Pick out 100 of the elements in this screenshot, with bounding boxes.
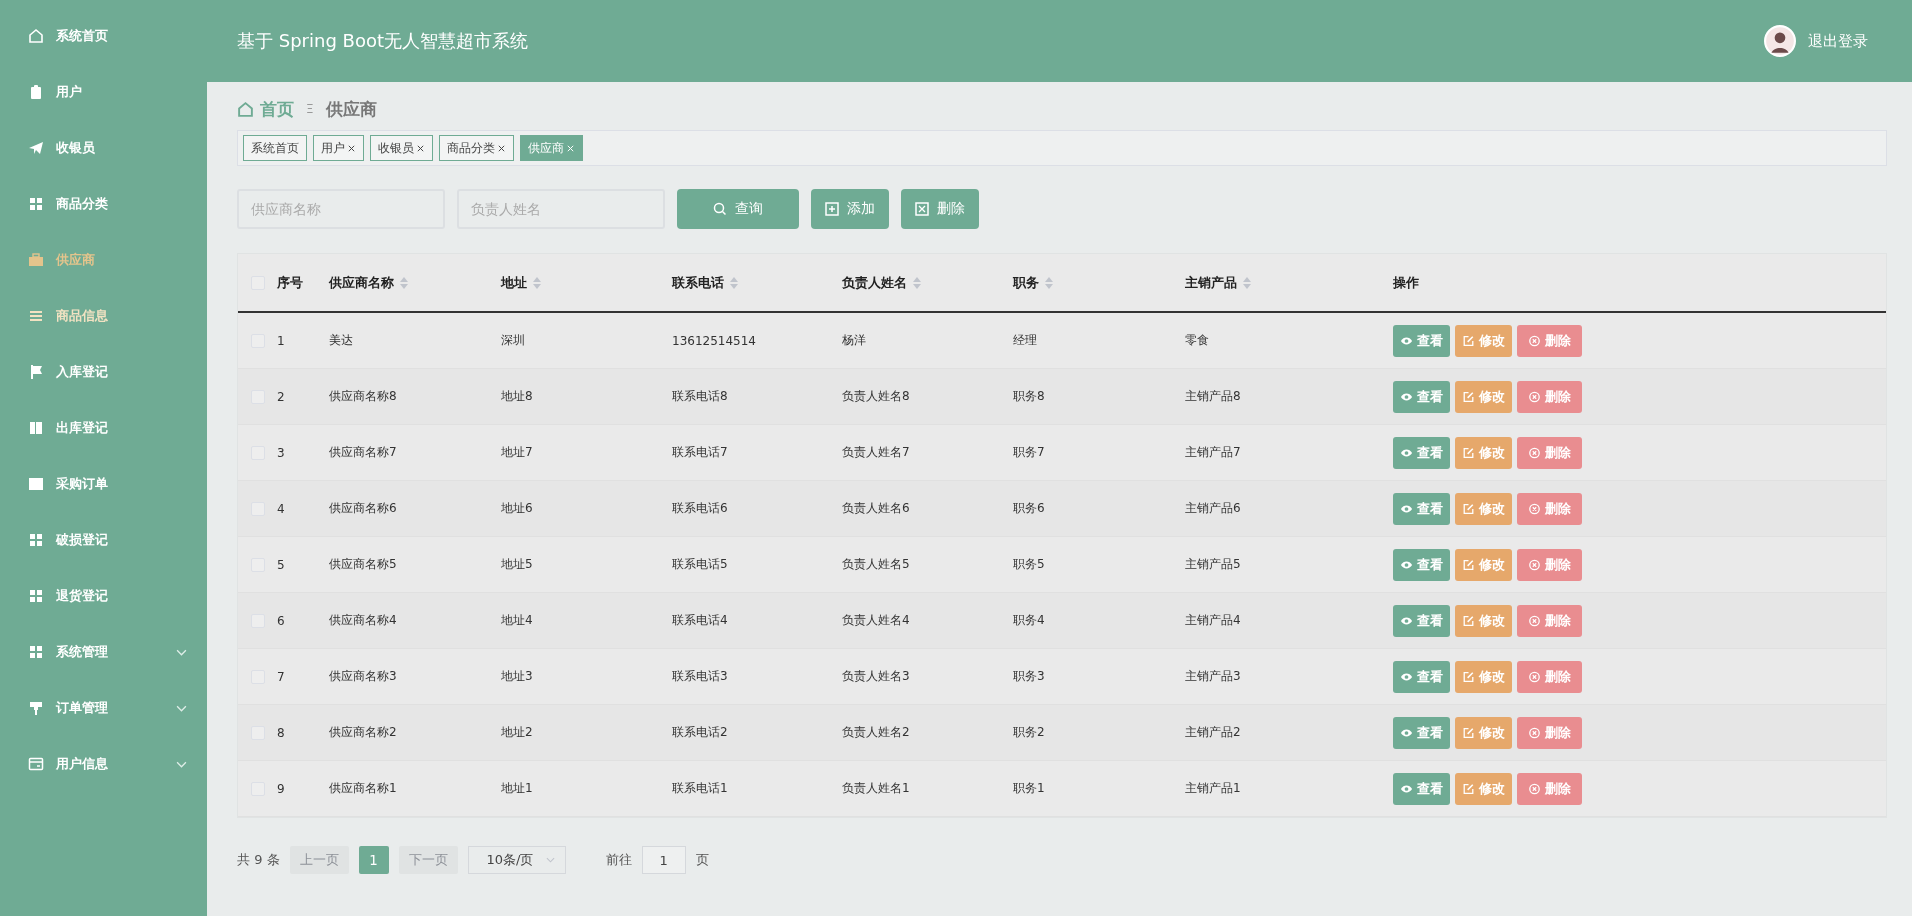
close-icon[interactable] — [347, 143, 356, 153]
breadcrumb-current: 供应商 — [325, 97, 377, 121]
delete-button[interactable]: 删除 — [1517, 436, 1582, 469]
breadcrumb-link[interactable]: 首页 — [260, 97, 294, 121]
sidebar-item[interactable]: 采购订单 — [0, 456, 207, 512]
search-field[interactable]: 供应商名称 — [237, 189, 445, 229]
view-button[interactable]: 查看 — [1393, 380, 1450, 413]
logout-link[interactable]: 退出登录 — [1808, 31, 1868, 51]
sidebar-item[interactable]: 系统管理 — [0, 624, 207, 680]
list-icon — [28, 308, 44, 324]
grid-icon — [28, 532, 44, 548]
delete-button[interactable]: 删除 — [1517, 772, 1582, 805]
column-header: 序号 — [277, 273, 303, 292]
table-cell: 负责人姓名5 — [842, 556, 910, 573]
page-tab[interactable]: 用户 — [313, 135, 364, 161]
close-icon[interactable] — [497, 143, 506, 153]
sidebar-item[interactable]: 商品信息 — [0, 288, 207, 344]
table-cell: 负责人姓名6 — [842, 500, 910, 517]
sidebar-item[interactable]: 退货登记 — [0, 568, 207, 624]
table-cell: 1 — [277, 333, 285, 348]
edit-button[interactable]: 修改 — [1455, 436, 1512, 469]
table-cell: 主销产品5 — [1185, 556, 1241, 573]
page-input[interactable]: 1 — [641, 846, 686, 874]
table-cell: 负责人姓名8 — [842, 388, 910, 405]
table-cell: 联系电话6 — [672, 500, 728, 517]
sidebar-item[interactable]: 供应商 — [0, 232, 207, 288]
table-cell: 职务5 — [1013, 556, 1045, 573]
sort-icon[interactable] — [913, 276, 921, 289]
sidebar-item[interactable]: 系统首页 — [0, 8, 207, 64]
table-cell: 3 — [277, 445, 285, 460]
x-circle-icon — [1528, 558, 1541, 571]
home-icon — [28, 28, 44, 44]
close-icon[interactable] — [416, 143, 425, 153]
view-button[interactable]: 查看 — [1393, 604, 1450, 637]
page-size-select[interactable]: 10条/页 — [467, 846, 566, 874]
table-cell: 4 — [277, 501, 285, 516]
table-cell: 职务8 — [1013, 388, 1045, 405]
search-button[interactable]: 查询 — [677, 189, 799, 229]
chevron-icon — [545, 857, 555, 863]
table-cell: 联系电话3 — [672, 668, 728, 685]
page-number[interactable]: 1 — [358, 846, 389, 874]
page-tab[interactable]: 系统首页 — [243, 135, 307, 161]
sidebar-item[interactable]: 用户 — [0, 64, 207, 120]
edit-button[interactable]: 修改 — [1455, 380, 1512, 413]
sort-icon[interactable] — [730, 276, 738, 289]
flag-icon — [28, 364, 44, 380]
add-button[interactable]: 添加 — [811, 189, 889, 229]
column-header: 操作 — [1393, 273, 1419, 292]
view-button[interactable]: 查看 — [1393, 716, 1450, 749]
table-cell: 地址2 — [501, 724, 533, 741]
edit-icon — [1462, 782, 1475, 795]
edit-button[interactable]: 修改 — [1455, 548, 1512, 581]
sidebar-item[interactable]: 入库登记 — [0, 344, 207, 400]
page-tab[interactable]: 收银员 — [370, 135, 433, 161]
table-cell: 职务4 — [1013, 612, 1045, 629]
sort-icon[interactable] — [1243, 276, 1251, 289]
x-circle-icon — [1528, 334, 1541, 347]
sidebar-item[interactable]: 破损登记 — [0, 512, 207, 568]
view-button[interactable]: 查看 — [1393, 324, 1450, 357]
edit-button[interactable]: 修改 — [1455, 604, 1512, 637]
table-cell: 联系电话8 — [672, 388, 728, 405]
page-suffix: 页 — [695, 851, 709, 869]
sort-icon[interactable] — [400, 276, 408, 289]
view-button[interactable]: 查看 — [1393, 772, 1450, 805]
table-cell: 供应商名称1 — [329, 780, 397, 797]
sort-icon[interactable] — [1045, 276, 1053, 289]
table-cell: 6 — [277, 613, 285, 628]
delete-button[interactable]: 删除 — [1517, 324, 1582, 357]
view-button[interactable]: 查看 — [1393, 660, 1450, 693]
delete-button[interactable]: 删除 — [1517, 604, 1582, 637]
edit-icon — [1462, 614, 1475, 627]
plus-square-icon — [825, 202, 839, 216]
delete-button[interactable]: 删除 — [1517, 660, 1582, 693]
view-button[interactable]: 查看 — [1393, 548, 1450, 581]
delete-button[interactable]: 删除 — [901, 189, 979, 229]
sidebar-item[interactable]: 订单管理 — [0, 680, 207, 736]
search-field[interactable]: 负责人姓名 — [457, 189, 665, 229]
sidebar-item[interactable]: 用户信息 — [0, 736, 207, 792]
sidebar-item[interactable]: 出库登记 — [0, 400, 207, 456]
edit-button[interactable]: 修改 — [1455, 660, 1512, 693]
edit-button[interactable]: 修改 — [1455, 772, 1512, 805]
edit-button[interactable]: 修改 — [1455, 324, 1512, 357]
view-button[interactable]: 查看 — [1393, 492, 1450, 525]
delete-button[interactable]: 删除 — [1517, 548, 1582, 581]
table-cell: 负责人姓名3 — [842, 668, 910, 685]
page-tab[interactable]: 供应商 — [520, 135, 583, 161]
sort-icon[interactable] — [533, 276, 541, 289]
sidebar-item[interactable]: 商品分类 — [0, 176, 207, 232]
x-circle-icon — [1528, 614, 1541, 627]
x-circle-icon — [1528, 782, 1541, 795]
delete-button[interactable]: 删除 — [1517, 492, 1582, 525]
table-cell: 2 — [277, 389, 285, 404]
delete-button[interactable]: 删除 — [1517, 380, 1582, 413]
view-button[interactable]: 查看 — [1393, 436, 1450, 469]
page-tab[interactable]: 商品分类 — [439, 135, 514, 161]
table-cell: 职务6 — [1013, 500, 1045, 517]
sidebar-item[interactable]: 收银员 — [0, 120, 207, 176]
edit-button[interactable]: 修改 — [1455, 492, 1512, 525]
delete-button[interactable]: 删除 — [1517, 716, 1582, 749]
edit-button[interactable]: 修改 — [1455, 716, 1512, 749]
